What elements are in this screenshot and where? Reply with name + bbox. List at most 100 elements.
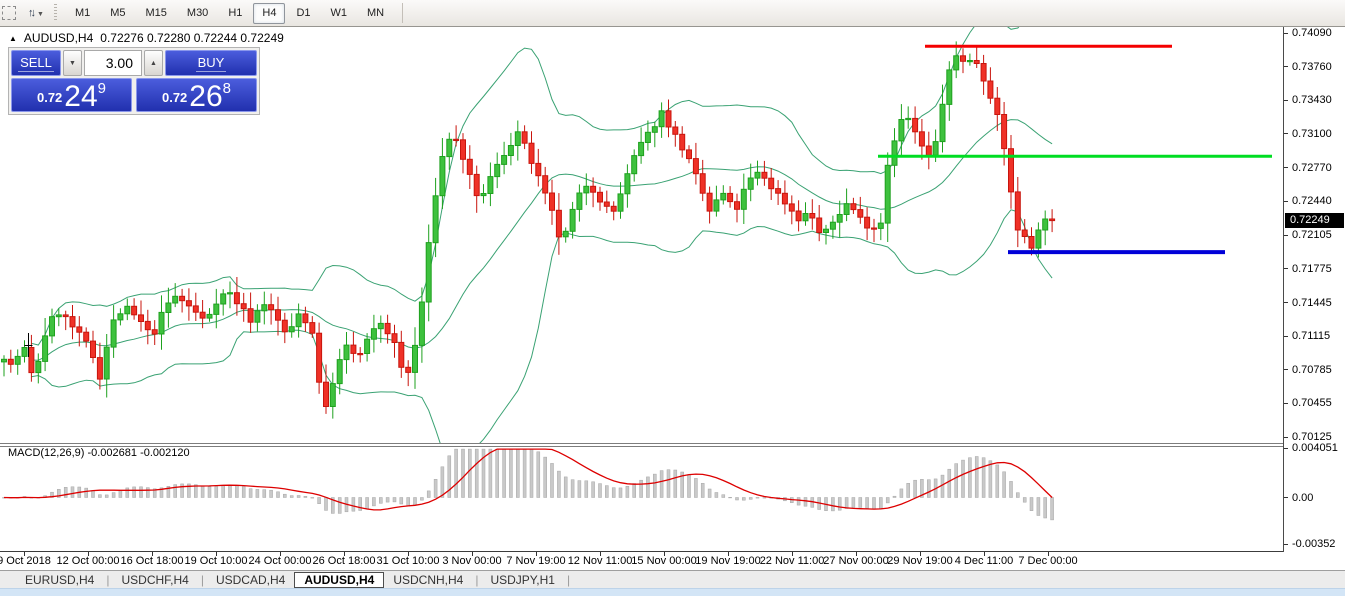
toolbar-grip[interactable] — [54, 4, 57, 22]
price-axis-tick — [1284, 302, 1288, 303]
tab-separator: | — [567, 573, 570, 587]
buy-price-big: 26 — [189, 83, 222, 110]
tab-usdchf[interactable]: USDCHF,H4 — [112, 572, 197, 588]
ohlc-values: 0.72276 0.72280 0.72244 0.72249 — [100, 31, 284, 45]
price-axis-label: 0.73760 — [1292, 61, 1332, 73]
timeframe-button-d1[interactable]: D1 — [287, 3, 319, 24]
time-axis-label: 7 Nov 19:00 — [506, 555, 565, 567]
macd-histogram — [3, 449, 1054, 520]
pane-separator[interactable] — [0, 444, 1284, 447]
selection-rectangle-icon[interactable] — [2, 6, 16, 20]
spinner-down-icon: ▼ — [69, 60, 76, 67]
tab-separator: | — [475, 573, 478, 587]
buy-label: BUY — [196, 55, 227, 72]
chart-tabs-bar: EURUSD,H4|USDCHF,H4|USDCAD,H4AUDUSD,H4US… — [0, 570, 1345, 588]
price-axis-label: 0.72440 — [1292, 195, 1332, 207]
price-axis-tick — [1284, 167, 1288, 168]
price-axis-label: 0.73430 — [1292, 94, 1332, 106]
current-price-tag: 0.72249 — [1285, 213, 1344, 228]
price-axis-tick — [1284, 403, 1288, 404]
time-axis-label: 4 Dec 11:00 — [955, 555, 1014, 567]
time-axis-label: 12 Oct 00:00 — [57, 555, 120, 567]
price-axis-tick — [1284, 100, 1288, 101]
price-axis-label: 0.73100 — [1292, 128, 1332, 140]
macd-axis-tick — [1284, 448, 1288, 449]
buy-price-button[interactable]: 0.72 26 8 — [136, 78, 257, 112]
price-axis-tick — [1284, 235, 1288, 236]
tab-usdcnh[interactable]: USDCNH,H4 — [384, 572, 472, 588]
volume-increase-button[interactable]: ▲ — [144, 50, 163, 76]
macd-axis-label: -0.00352 — [1292, 538, 1335, 550]
time-axis-label: 15 Nov 00:00 — [631, 555, 696, 567]
tab-separator: | — [201, 573, 204, 587]
toolbar-separator — [402, 3, 403, 23]
macd-axis-tick — [1284, 497, 1288, 498]
timeframe-button-m15[interactable]: M15 — [137, 3, 176, 24]
volume-input[interactable]: 3.00 — [84, 50, 142, 76]
time-axis-label: 26 Oct 18:00 — [313, 555, 376, 567]
chart-header: ▲ AUDUSD,H4 0.72276 0.72280 0.72244 0.72… — [9, 31, 284, 45]
price-axis-tick — [1284, 66, 1288, 67]
timeframe-button-h4[interactable]: H4 — [253, 3, 285, 24]
macd-indicator-label: MACD(12,26,9) -0.002681 -0.002120 — [8, 447, 190, 459]
time-axis-label: 31 Oct 10:00 — [377, 555, 440, 567]
macd-axis-label: 0.00 — [1292, 492, 1313, 504]
timeframe-button-w1[interactable]: W1 — [322, 3, 357, 24]
sell-price-button[interactable]: 0.72 24 9 — [11, 78, 132, 112]
price-axis-tick — [1284, 336, 1288, 337]
buy-price-prefix: 0.72 — [162, 90, 187, 105]
sell-label: SELL — [18, 55, 54, 72]
timeframe-button-m30[interactable]: M30 — [178, 3, 217, 24]
tab-audusd[interactable]: AUDUSD,H4 — [294, 572, 384, 588]
volume-decrease-button[interactable]: ▼ — [63, 50, 82, 76]
price-axis-tick — [1284, 201, 1288, 202]
sell-price-big: 24 — [64, 83, 97, 110]
tab-usdjpy[interactable]: USDJPY,H1 — [481, 572, 563, 588]
price-axis-tick — [1284, 437, 1288, 438]
macd-axis-tick — [1284, 544, 1288, 545]
buy-price-sup: 8 — [223, 80, 231, 97]
timeframe-toolbar: ↑↓ ▼ M1M5M15M30H1H4D1W1MN — [0, 0, 1345, 27]
sell-button[interactable]: SELL — [11, 50, 61, 76]
price-axis-label: 0.74090 — [1292, 27, 1332, 39]
time-axis-label: 7 Dec 00:00 — [1018, 555, 1077, 567]
time-axis-label: 19 Nov 19:00 — [695, 555, 760, 567]
timeframe-button-m1[interactable]: M1 — [66, 3, 99, 24]
time-axis-label: 16 Oct 18:00 — [121, 555, 184, 567]
tab-eurusd[interactable]: EURUSD,H4 — [16, 572, 103, 588]
price-axis-label: 0.70455 — [1292, 397, 1332, 409]
price-axis-tick — [1284, 369, 1288, 370]
price-axis[interactable]: 0.74090 0.73760 0.73430 0.73100 0.72770 0.724… — [1284, 27, 1345, 552]
price-axis-label: 0.71775 — [1292, 263, 1332, 275]
buy-button[interactable]: BUY — [165, 50, 257, 76]
timeframe-button-mn[interactable]: MN — [358, 3, 393, 24]
time-axis-label: 24 Oct 00:00 — [249, 555, 312, 567]
timeframe-button-m5[interactable]: M5 — [101, 3, 134, 24]
price-axis-label: 0.72770 — [1292, 162, 1332, 174]
time-axis-label: 12 Nov 11:00 — [568, 555, 633, 567]
macd-axis-label: 0.004051 — [1292, 442, 1338, 454]
time-axis-label: 22 Nov 11:00 — [760, 555, 825, 567]
price-axis-label: 0.72105 — [1292, 229, 1332, 241]
sell-price-sup: 9 — [98, 80, 106, 97]
collapse-triangle-icon[interactable]: ▲ — [9, 34, 17, 43]
price-axis-label: 0.71115 — [1292, 330, 1330, 342]
timeframe-button-h1[interactable]: H1 — [219, 3, 251, 24]
symbol-title: AUDUSD,H4 — [24, 31, 93, 45]
time-axis-label: 29 Nov 19:00 — [887, 555, 952, 567]
mt4-window: ↑↓ ▼ M1M5M15M30H1H4D1W1MN ▲ AUDUSD,H4 0.… — [0, 0, 1345, 596]
window-bottom-strip — [0, 588, 1345, 596]
time-axis-label: 19 Oct 10:00 — [185, 555, 248, 567]
one-click-trading-panel: SELL ▼ 3.00 ▲ BUY 0.72 24 9 0.72 26 8 — [8, 47, 260, 115]
time-axis-label: 27 Nov 00:00 — [823, 555, 888, 567]
tab-usdcad[interactable]: USDCAD,H4 — [207, 572, 294, 588]
time-axis-label: 9 Oct 2018 — [0, 555, 51, 567]
price-axis-tick — [1284, 268, 1288, 269]
price-axis-label: 0.70785 — [1292, 364, 1332, 376]
price-axis-label: 0.71445 — [1292, 297, 1332, 309]
time-axis-label: 3 Nov 00:00 — [442, 555, 501, 567]
arrange-symbols-icon[interactable]: ↑↓ — [28, 7, 33, 19]
time-axis[interactable]: 9 Oct 2018 12 Oct 00:0016 Oct 18:0019 Oct… — [0, 552, 1284, 570]
dropdown-caret-icon[interactable]: ▼ — [37, 11, 44, 18]
spinner-up-icon: ▲ — [150, 60, 157, 67]
